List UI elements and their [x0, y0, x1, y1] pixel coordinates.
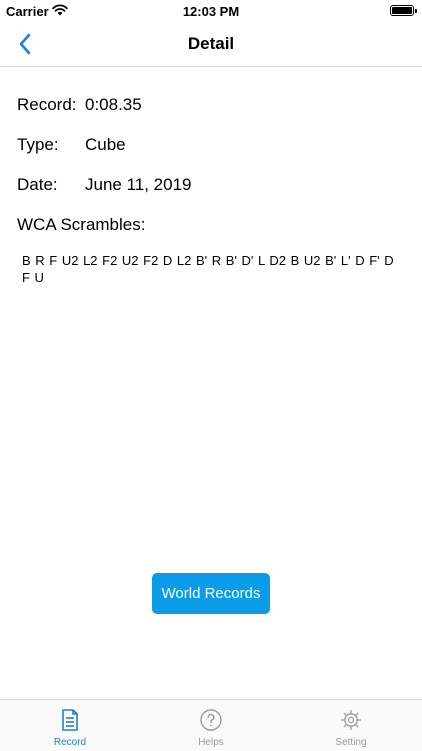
tab-bar: Record Helps Setting	[0, 699, 422, 751]
world-records-button[interactable]: World Records	[152, 573, 270, 614]
date-row: Date: June 11, 2019	[17, 175, 192, 195]
navigation-bar: Detail	[0, 22, 422, 67]
gear-icon	[341, 710, 361, 730]
tab-record[interactable]: Record	[0, 700, 140, 751]
page-title: Detail	[187, 34, 235, 53]
type-value: Cube	[85, 135, 126, 154]
tab-setting[interactable]: Setting	[281, 700, 421, 751]
date-value: June 11, 2019	[85, 175, 192, 194]
tab-record-label: Record	[53, 737, 87, 748]
tab-helps-label: Helps	[198, 737, 224, 748]
tab-helps[interactable]: Helps	[141, 700, 281, 751]
scrambles-label: WCA Scrambles:	[17, 215, 146, 234]
type-row: Type: Cube	[17, 135, 126, 155]
tab-setting-label: Setting	[335, 737, 367, 748]
record-label: Record:	[17, 95, 77, 114]
record-value: 0:08.35	[85, 95, 142, 114]
record-row: Record: 0:08.35	[17, 95, 142, 115]
scrambles-value: B R F U2 L2 F2 U2 F2 D L2 B' R B' D' L D…	[22, 253, 394, 285]
status-bar: Carrier 12:03 PM	[0, 0, 422, 22]
status-time: 12:03 PM	[182, 4, 240, 19]
date-label: Date:	[17, 175, 58, 194]
document-icon	[62, 709, 78, 731]
battery-icon	[390, 5, 417, 16]
type-label: Type:	[17, 135, 59, 154]
question-circle-icon	[200, 709, 222, 731]
